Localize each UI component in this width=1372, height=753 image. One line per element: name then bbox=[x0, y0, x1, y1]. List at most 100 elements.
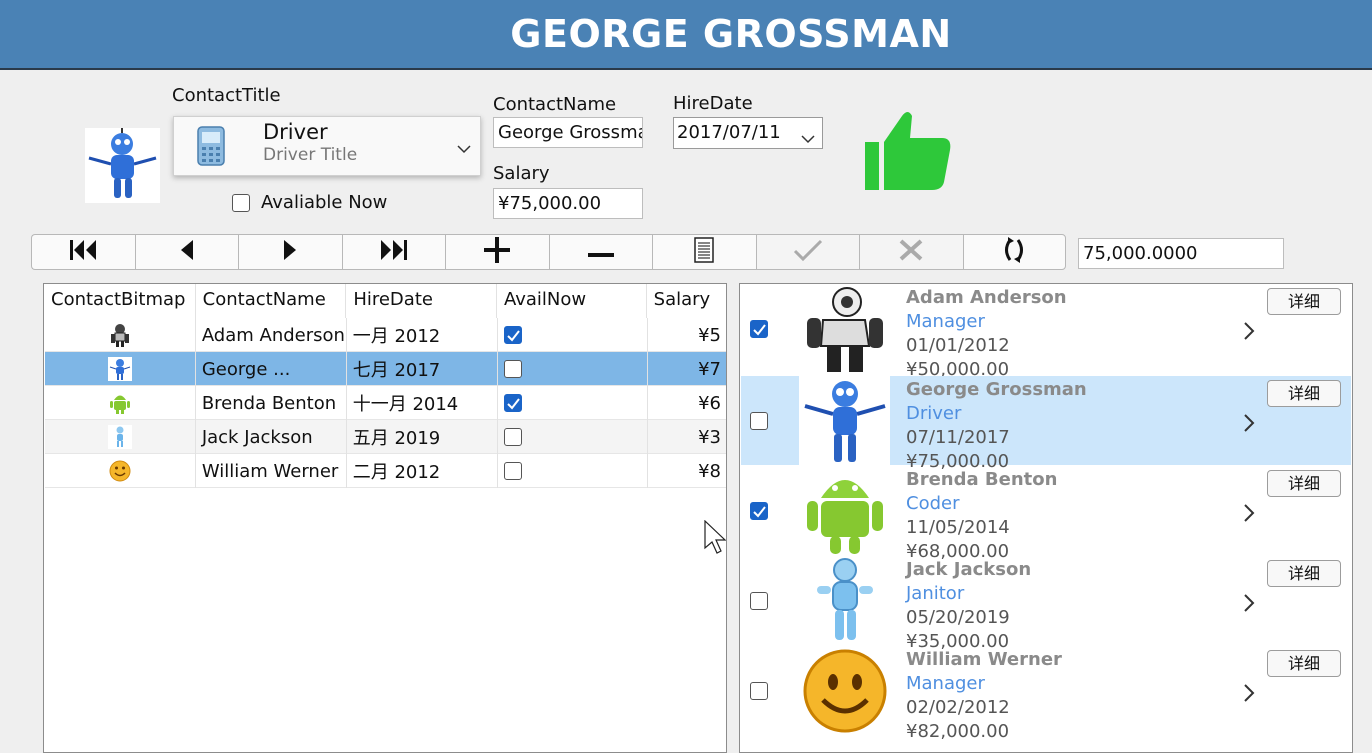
list-item[interactable]: Brenda Benton Coder 11/05/2014 ¥68,000.0… bbox=[741, 466, 1351, 562]
chevron-right-icon[interactable] bbox=[1243, 503, 1255, 527]
table-row[interactable]: Adam Anderson 一月 2012 ¥5 bbox=[45, 318, 726, 352]
cell-contact-name: Jack Jackson bbox=[196, 420, 347, 454]
cell-salary: ¥7 bbox=[698, 358, 721, 380]
cell-salary: ¥6 bbox=[698, 392, 721, 414]
cell-avail-now bbox=[498, 318, 648, 352]
first-record-button[interactable] bbox=[31, 234, 135, 270]
table-row-selected[interactable]: George ... 七月 2017 ¥7 bbox=[45, 352, 726, 386]
list-item-selected[interactable]: George Grossman Driver 07/11/2017 ¥75,00… bbox=[741, 376, 1351, 472]
add-record-button[interactable] bbox=[445, 234, 549, 270]
salary-label: Salary bbox=[493, 163, 550, 184]
salary-field[interactable]: ¥75,000.00 bbox=[493, 188, 643, 219]
cell-contact-name: Brenda Benton bbox=[196, 386, 347, 420]
column-header-contact-bitmap[interactable]: ContactBitmap bbox=[44, 284, 196, 318]
list-item-title: Janitor bbox=[906, 583, 965, 604]
column-header-avail-now[interactable]: AvailNow bbox=[497, 284, 647, 318]
detail-button[interactable]: 详细 bbox=[1267, 288, 1341, 315]
last-icon bbox=[379, 239, 409, 265]
save-icon bbox=[793, 238, 823, 266]
mouse-cursor-icon bbox=[704, 519, 727, 558]
chevron-down-icon bbox=[457, 139, 471, 158]
hire-date-picker[interactable]: 2017/07/11 bbox=[673, 117, 823, 149]
list-item-name: George Grossman bbox=[906, 379, 1087, 400]
detail-button[interactable]: 详细 bbox=[1267, 470, 1341, 497]
delete-record-button[interactable] bbox=[548, 234, 652, 270]
list-item-checkbox[interactable] bbox=[750, 412, 768, 430]
column-header-hire-date[interactable]: HireDate bbox=[346, 284, 497, 318]
contacts-grid: ContactBitmap ContactName HireDate Avail… bbox=[43, 283, 727, 753]
chevron-right-icon[interactable] bbox=[1243, 321, 1255, 345]
page-title: GEORGE GROSSMAN bbox=[510, 12, 952, 56]
cell-contact-name: George ... bbox=[196, 352, 347, 386]
robot-bw-icon bbox=[803, 284, 887, 374]
cell-hire-date: 五月 2019 bbox=[347, 420, 498, 454]
contact-name-field[interactable]: George Grossman bbox=[493, 117, 643, 148]
chevron-down-icon bbox=[801, 128, 815, 149]
detail-button[interactable]: 详细 bbox=[1267, 380, 1341, 407]
table-row[interactable]: William Werner 二月 2012 ¥8 bbox=[45, 454, 726, 488]
avail-now-checkbox[interactable] bbox=[503, 326, 522, 344]
list-item-title: Manager bbox=[906, 311, 985, 332]
list-item-name: Jack Jackson bbox=[906, 559, 1032, 580]
cancel-edit-button[interactable] bbox=[859, 234, 963, 270]
previous-record-button[interactable] bbox=[134, 234, 238, 270]
toolbar-value-field[interactable]: 75,000.0000 bbox=[1078, 238, 1284, 269]
chevron-right-icon[interactable] bbox=[1243, 413, 1255, 437]
cell-avail-now bbox=[498, 352, 648, 386]
list-item-title: Manager bbox=[906, 673, 985, 694]
contact-title-subtitle: Driver Title bbox=[263, 145, 358, 165]
edit-record-button[interactable] bbox=[652, 234, 756, 270]
contact-avatar bbox=[85, 128, 160, 203]
robot-blue-icon bbox=[803, 376, 887, 466]
cell-salary: ¥3 bbox=[698, 426, 721, 448]
avail-now-checkbox[interactable] bbox=[503, 462, 522, 480]
list-item-checkbox[interactable] bbox=[750, 320, 768, 338]
next-record-button[interactable] bbox=[238, 234, 342, 270]
list-item-checkbox[interactable] bbox=[750, 682, 768, 700]
list-item-checkbox[interactable] bbox=[750, 592, 768, 610]
refresh-button[interactable] bbox=[962, 234, 1066, 270]
list-item-name: William Werner bbox=[906, 649, 1062, 670]
avail-now-checkbox[interactable] bbox=[503, 360, 522, 378]
available-now-checkbox[interactable] bbox=[232, 194, 250, 212]
column-header-contact-name[interactable]: ContactName bbox=[196, 284, 347, 318]
list-item-date: 07/11/2017 bbox=[906, 427, 1010, 448]
detail-button[interactable]: 详细 bbox=[1267, 650, 1341, 677]
table-row[interactable]: Brenda Benton 十一月 2014 ¥6 bbox=[45, 386, 726, 420]
window-header: GEORGE GROSSMAN bbox=[0, 0, 1372, 70]
phone-icon bbox=[196, 125, 226, 171]
column-header-salary[interactable]: Salary bbox=[647, 284, 726, 318]
grid-header: ContactBitmap ContactName HireDate Avail… bbox=[44, 284, 726, 318]
list-item-title: Coder bbox=[906, 493, 960, 514]
avail-now-checkbox[interactable] bbox=[503, 428, 522, 446]
list-item-name: Adam Anderson bbox=[906, 287, 1067, 308]
contact-title-value: Driver bbox=[263, 120, 328, 144]
hire-date-value: 2017/07/11 bbox=[677, 122, 781, 143]
chevron-right-icon[interactable] bbox=[1243, 683, 1255, 707]
list-item[interactable]: Jack Jackson Janitor 05/20/2019 ¥35,000.… bbox=[741, 556, 1351, 652]
list-item-date: 02/02/2012 bbox=[906, 697, 1010, 718]
cell-contact-name: Adam Anderson bbox=[196, 318, 347, 352]
cell-salary: ¥5 bbox=[698, 324, 721, 346]
detail-button[interactable]: 详细 bbox=[1267, 560, 1341, 587]
list-item-name: Brenda Benton bbox=[906, 469, 1058, 490]
list-item-checkbox[interactable] bbox=[750, 502, 768, 520]
avail-now-checkbox[interactable] bbox=[503, 394, 522, 412]
contact-title-label: ContactTitle bbox=[172, 85, 281, 106]
cell-hire-date: 七月 2017 bbox=[347, 352, 498, 386]
table-row[interactable]: Jack Jackson 五月 2019 ¥3 bbox=[45, 420, 726, 454]
cell-salary: ¥8 bbox=[698, 460, 721, 482]
save-record-button[interactable] bbox=[755, 234, 859, 270]
delete-icon bbox=[587, 243, 615, 262]
android-icon bbox=[45, 386, 196, 420]
list-item-date: 11/05/2014 bbox=[906, 517, 1010, 538]
cell-avail-now bbox=[498, 420, 648, 454]
list-item[interactable]: William Werner Manager 02/02/2012 ¥82,00… bbox=[741, 646, 1351, 742]
list-item[interactable]: Adam Anderson Manager 01/01/2012 ¥50,000… bbox=[741, 284, 1351, 380]
chevron-right-icon[interactable] bbox=[1243, 593, 1255, 617]
contact-title-dropdown[interactable]: Driver Driver Title bbox=[173, 116, 481, 176]
thumbs-up-icon bbox=[862, 108, 954, 196]
edit-icon bbox=[694, 237, 714, 267]
last-record-button[interactable] bbox=[341, 234, 445, 270]
cell-hire-date: 二月 2012 bbox=[347, 454, 498, 488]
